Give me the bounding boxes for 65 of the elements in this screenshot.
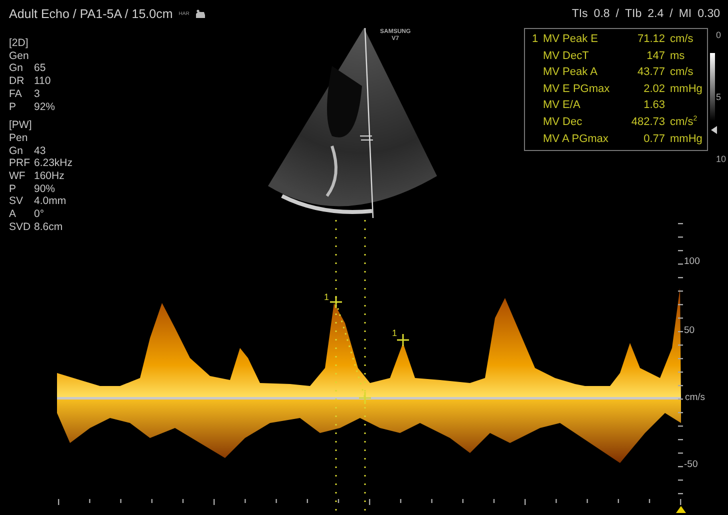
parameter-key: P: [9, 100, 34, 114]
parameter-key: Gn: [9, 144, 34, 158]
parameter-value: 110: [34, 75, 52, 88]
measurement-unit: mmHg: [669, 82, 704, 97]
parameter-key: A: [9, 208, 34, 221]
parameter-key: SV: [9, 195, 34, 208]
parameter-key: WF: [9, 170, 34, 183]
mode-heading: [2D]: [9, 37, 30, 50]
preset-label: Gen: [9, 50, 30, 62]
index-value: 0.8: [594, 8, 610, 20]
marker-label: 1: [324, 292, 330, 302]
measurement-value: 2.02: [642, 82, 665, 97]
measurement-unit: cm/s: [669, 65, 694, 80]
marker-label: 1: [392, 328, 398, 338]
measurement-name: MV Peak E: [543, 32, 600, 47]
velocity-unit: cm/s: [685, 392, 706, 403]
velocity-label: -50: [684, 459, 698, 470]
parameter-key: DR: [9, 75, 34, 88]
measurement-name: MV A PGmax: [543, 132, 610, 147]
measurement-value: 1.63: [642, 98, 665, 114]
velocity-label: 50: [684, 325, 695, 336]
measurement-value: 43.77: [636, 65, 665, 80]
parameter-key: PRF: [9, 157, 34, 170]
measurement-value: 482.73: [630, 114, 665, 130]
measurement-index: 1: [531, 32, 540, 47]
parameter-value: 160Hz: [34, 170, 66, 183]
measurement-unit: cm/s: [669, 32, 694, 47]
parameter-value: 90%: [34, 182, 56, 196]
index-label: TIs: [572, 8, 588, 20]
parameter-value: 3: [34, 88, 41, 101]
parameter-value: 65: [34, 62, 47, 76]
parameter-value: 43: [34, 144, 47, 158]
measurement-name: MV Peak A: [543, 65, 598, 80]
depth-label: 10: [716, 154, 726, 164]
measurement-name: MV DecT: [543, 48, 590, 64]
preset-label: Pen: [9, 132, 29, 145]
index-value: 0.30: [698, 8, 720, 20]
parameter-key: P: [9, 182, 34, 196]
depth-label: 5: [716, 92, 722, 102]
parameter-value: 6.23kHz: [34, 157, 74, 170]
measurement-value: 71.12: [636, 32, 665, 47]
index-label: TIb: [625, 8, 642, 20]
measurement-value: 147: [646, 48, 665, 64]
parameter-value: 4.0mm: [34, 195, 68, 208]
parameter-value: 92%: [34, 100, 56, 114]
separator-slash: /: [616, 8, 619, 20]
measurement-value: 0.77: [642, 132, 665, 147]
depth-label: 0: [716, 30, 722, 40]
index-label: MI: [678, 8, 692, 20]
measurement-name: MV E PGmax: [543, 82, 611, 97]
parameter-key: SVD: [9, 220, 34, 234]
measurement-name: MV Dec: [543, 114, 584, 130]
velocity-label: 100: [684, 256, 700, 267]
exam-title: Adult Echo / PA1-5A / 15.0cm: [9, 7, 173, 21]
mode-heading: [PW]: [9, 119, 33, 132]
measurement-name: MV E/A: [543, 98, 582, 114]
parameter-key: Gn: [9, 62, 34, 76]
parameter-value: 8.6cm: [34, 220, 64, 234]
measurement-unit: cm/s$^{2}$: [669, 114, 698, 130]
parameter-value: 0°: [34, 208, 46, 221]
index-value: 2.4: [648, 8, 664, 20]
separator-slash: /: [670, 8, 673, 20]
measurement-unit: ms: [669, 48, 686, 64]
measurement-unit: mmHg: [669, 132, 704, 147]
parameter-key: FA: [9, 88, 34, 101]
